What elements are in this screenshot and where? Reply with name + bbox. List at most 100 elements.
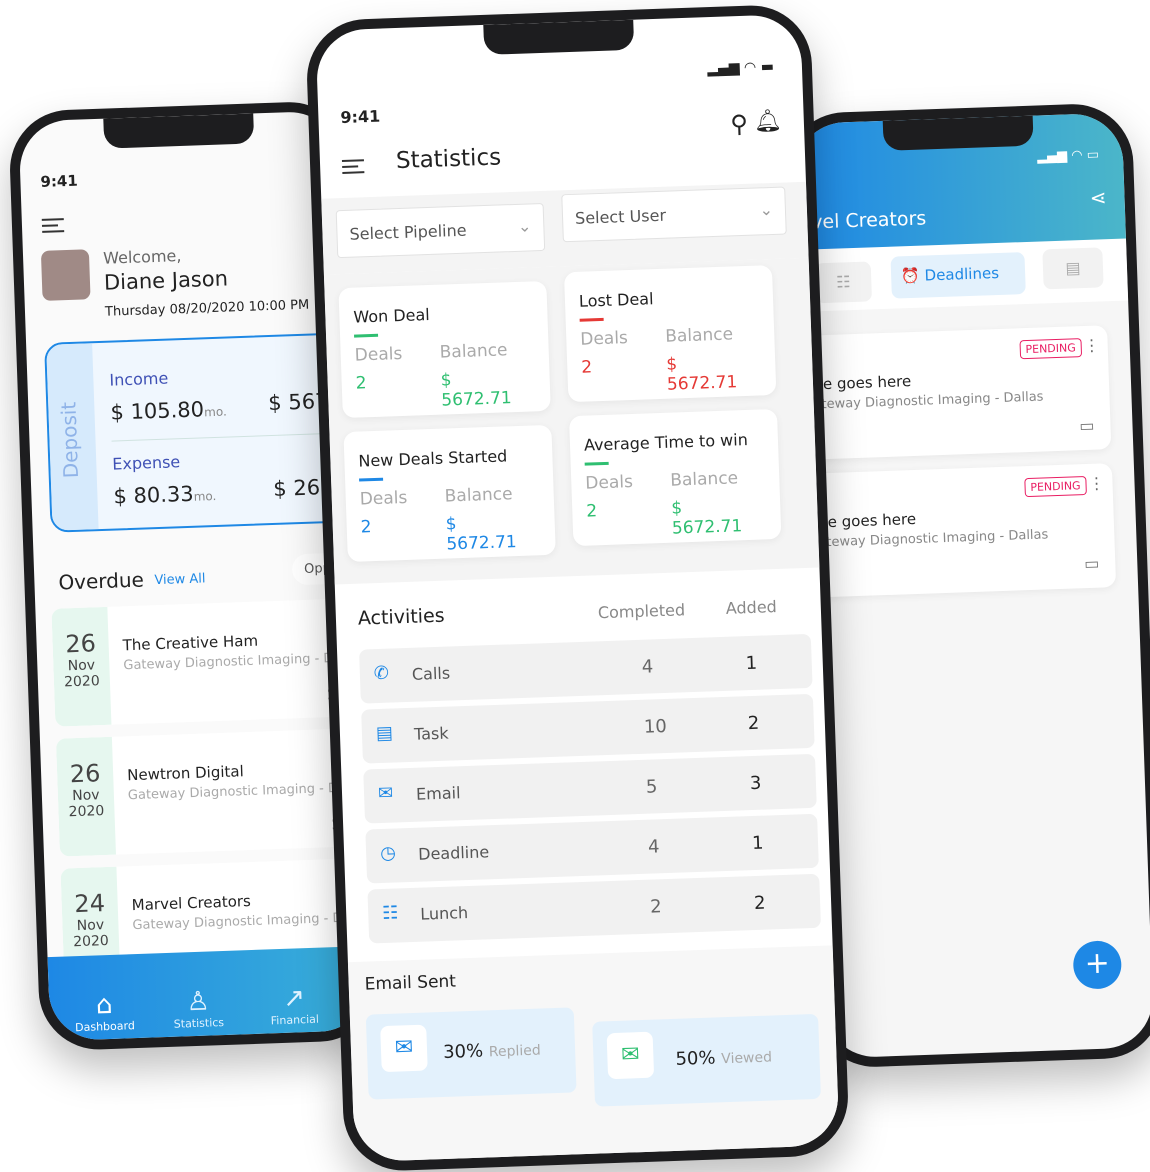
completed-count: 4 bbox=[647, 836, 660, 858]
replied-card: ✉ 30% Replied bbox=[365, 1007, 577, 1100]
added-count: 1 bbox=[751, 832, 764, 855]
more-icon[interactable]: ⋮ bbox=[1083, 335, 1100, 355]
nav-dashboard[interactable]: ⌂ Dashboard bbox=[69, 989, 140, 1034]
balance-label: Balance bbox=[444, 484, 513, 507]
clock-icon: ◷ bbox=[379, 842, 397, 865]
balance-value: $ 5672.71 bbox=[440, 370, 512, 411]
activity-name: Lunch bbox=[419, 903, 469, 924]
income-label: Income bbox=[109, 368, 169, 390]
balance-value: $ 5672.71 bbox=[445, 514, 518, 555]
added-count: 2 bbox=[753, 892, 766, 915]
tab-label: Deadlines bbox=[924, 263, 1000, 285]
alarm-icon: ⏰ bbox=[900, 266, 921, 286]
item-month: Nov bbox=[71, 787, 100, 805]
chevron-down-icon: ⌄ bbox=[759, 199, 774, 220]
notes-tab-icon[interactable]: ▤ bbox=[1042, 247, 1104, 290]
replied-percent: 30% bbox=[442, 1040, 484, 1063]
overdue-item[interactable]: 26 Nov 2020 Newtron Digital Gateway Diagno… bbox=[55, 727, 371, 857]
nav-statistics[interactable]: ♙ Statistics bbox=[163, 986, 234, 1031]
mail-icon: ✉ bbox=[377, 782, 394, 805]
item-day: 24 bbox=[73, 889, 106, 919]
completed-count: 5 bbox=[645, 776, 658, 798]
col-completed: Completed bbox=[597, 600, 686, 623]
comment-icon[interactable]: ▭ bbox=[1084, 554, 1100, 574]
user-name: Diane Jason bbox=[103, 266, 229, 295]
stat-accent bbox=[579, 317, 604, 322]
col-added: Added bbox=[725, 597, 778, 618]
deadline-item[interactable]: PENDING ⋮ tle goes here ateway Diagnosti… bbox=[805, 463, 1117, 598]
status-time: 9:41 bbox=[340, 106, 381, 127]
comment-icon[interactable]: ▭ bbox=[1079, 416, 1095, 436]
viewed-label: Viewed bbox=[721, 1049, 773, 1068]
checklist-tab-icon[interactable]: ☷ bbox=[814, 261, 873, 304]
item-sub: Gateway Diagnostic Imaging - Da bbox=[132, 910, 351, 934]
search-icon[interactable]: ⚲ bbox=[730, 110, 749, 139]
status-time: 9:41 bbox=[40, 171, 79, 191]
activity-row[interactable]: ▤ Task 10 2 bbox=[361, 693, 815, 764]
replied-label: Replied bbox=[488, 1042, 542, 1061]
pipeline-placeholder: Select Pipeline bbox=[349, 220, 467, 244]
notch bbox=[103, 113, 255, 149]
item-day: 26 bbox=[64, 629, 97, 659]
balance-value: $ 5672.71 bbox=[665, 354, 738, 395]
balance-value: $ 5672.71 bbox=[670, 498, 743, 539]
user-select[interactable]: Select User ⌄ bbox=[561, 186, 787, 243]
notch bbox=[482, 19, 634, 55]
page-title: Statistics bbox=[395, 144, 502, 175]
statistics-phone: 9:41 ▂▄▆ ◠ ▬ Statistics ⚲ 🔔︎ Select Pipe… bbox=[305, 3, 850, 1172]
menu-icon[interactable] bbox=[41, 218, 65, 233]
item-sub: ateway Diagnostic Imaging - Dallas bbox=[818, 527, 1049, 551]
view-all-link[interactable]: View All bbox=[154, 571, 206, 588]
stat-title: Won Deal bbox=[353, 304, 431, 327]
bell-icon[interactable]: 🔔︎ bbox=[753, 109, 782, 135]
activity-row[interactable]: ✆ Calls 4 1 bbox=[359, 633, 813, 704]
user-placeholder: Select User bbox=[574, 205, 667, 228]
mail-viewed-icon: ✉ bbox=[606, 1031, 655, 1080]
expense-label: Expense bbox=[112, 452, 181, 474]
status-icons: ▂▄▆ ◠ ▭ bbox=[1036, 147, 1100, 165]
pipeline-select[interactable]: Select Pipeline ⌄ bbox=[335, 202, 546, 259]
expense-value: $ 80.33 bbox=[113, 481, 195, 509]
nav-label: Dashboard bbox=[74, 1019, 136, 1035]
nav-label: Financial bbox=[270, 1012, 320, 1028]
menu-icon[interactable] bbox=[341, 159, 365, 174]
deadline-item[interactable]: PENDING ⋮ tle goes here ateway Diagnosti… bbox=[801, 325, 1112, 460]
clipboard-icon: ▤ bbox=[375, 722, 394, 745]
activity-row[interactable]: ☷ Lunch 2 2 bbox=[367, 873, 822, 944]
balance-label: Balance bbox=[669, 468, 739, 491]
phone-icon: ✆ bbox=[373, 662, 390, 685]
item-month: Nov bbox=[76, 917, 105, 935]
completed-count: 2 bbox=[649, 896, 662, 918]
stat-title: Lost Deal bbox=[578, 289, 654, 311]
deals-label: Deals bbox=[354, 343, 403, 366]
home-icon: ⌂ bbox=[95, 989, 113, 1021]
stat-card[interactable]: Lost Deal Deals Balance 2 $ 5672.71 bbox=[563, 265, 777, 403]
avatar bbox=[40, 249, 91, 301]
overdue-item[interactable]: 26 Nov 2020 The Creative Ham Gateway Diagn… bbox=[51, 597, 371, 727]
nav-financial[interactable]: ↗ Financial bbox=[259, 982, 330, 1027]
item-year: 2020 bbox=[63, 673, 101, 691]
deals-value: 2 bbox=[355, 373, 367, 394]
add-button[interactable]: + bbox=[1072, 940, 1123, 990]
item-sub: Gateway Diagnostic Imaging - Da bbox=[127, 780, 347, 804]
item-sub: ateway Diagnostic Imaging - Dallas bbox=[813, 389, 1044, 413]
status-badge: PENDING bbox=[1019, 338, 1083, 360]
item-month: Nov bbox=[67, 657, 96, 675]
stat-card[interactable]: Won Deal Deals Balance 2 $ 5672.71 bbox=[338, 280, 551, 419]
deals-value: 2 bbox=[580, 357, 593, 378]
more-icon[interactable]: ⋮ bbox=[1088, 473, 1105, 493]
viewed-percent: 50% bbox=[675, 1047, 716, 1070]
stat-card[interactable]: Average Time to win Deals Balance 2 $ 5672… bbox=[568, 408, 782, 547]
welcome-text: Welcome, bbox=[102, 246, 182, 268]
share-icon[interactable]: ⋖ bbox=[1089, 185, 1107, 210]
tab-deadlines[interactable]: ⏰ Deadlines bbox=[890, 252, 1026, 299]
group-icon: ☷ bbox=[381, 902, 399, 925]
email-sent-title: Email Sent bbox=[364, 971, 457, 995]
completed-count: 4 bbox=[641, 656, 654, 678]
balance-label: Balance bbox=[664, 324, 734, 347]
activity-row[interactable]: ◷ Deadline 4 1 bbox=[365, 813, 819, 884]
income-unit: mo. bbox=[203, 404, 227, 420]
activity-row[interactable]: ✉ Email 5 3 bbox=[363, 753, 817, 824]
item-name: Marvel Creators bbox=[131, 892, 252, 915]
stat-card[interactable]: New Deals Started Deals Balance 2 $ 5672.7… bbox=[343, 424, 556, 562]
